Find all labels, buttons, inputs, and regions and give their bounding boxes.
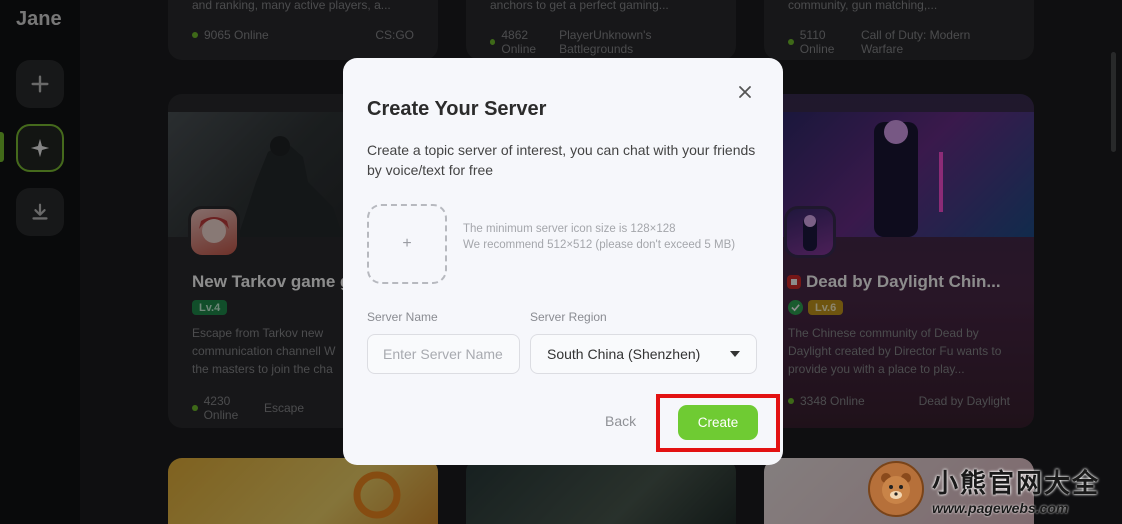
chevron-down-icon [730,351,740,357]
upload-hint-min-size: The minimum server icon size is 128×128 [463,223,676,235]
watermark-text: 小熊官网大全 www.pagewebs.com [932,463,1100,516]
watermark: 小熊官网大全 www.pagewebs.com [868,458,1118,520]
watermark-title: 小熊官网大全 [932,468,1101,499]
server-region-select[interactable]: South China (Shenzhen) [530,334,757,374]
server-name-input[interactable] [367,334,520,374]
server-region-label: Server Region [530,310,607,324]
upload-hint: The minimum server icon size is 128×128 … [463,221,753,253]
back-button[interactable]: Back [605,413,636,429]
modal-description: Create a topic server of interest, you c… [367,142,756,178]
close-button[interactable] [735,82,755,102]
bear-logo-icon [868,461,924,517]
close-icon [739,86,751,98]
server-icon-upload[interactable]: + [367,204,447,284]
modal-title: Create Your Server [367,98,547,120]
server-name-label: Server Name [367,310,438,324]
upload-hint-recommend: We recommend 512×512 (please don't excee… [463,239,736,251]
annotation-highlight-box [656,394,780,452]
watermark-url: www.pagewebs.com [932,499,1069,516]
plus-icon: + [402,235,412,252]
server-region-value: South China (Shenzhen) [547,346,701,362]
